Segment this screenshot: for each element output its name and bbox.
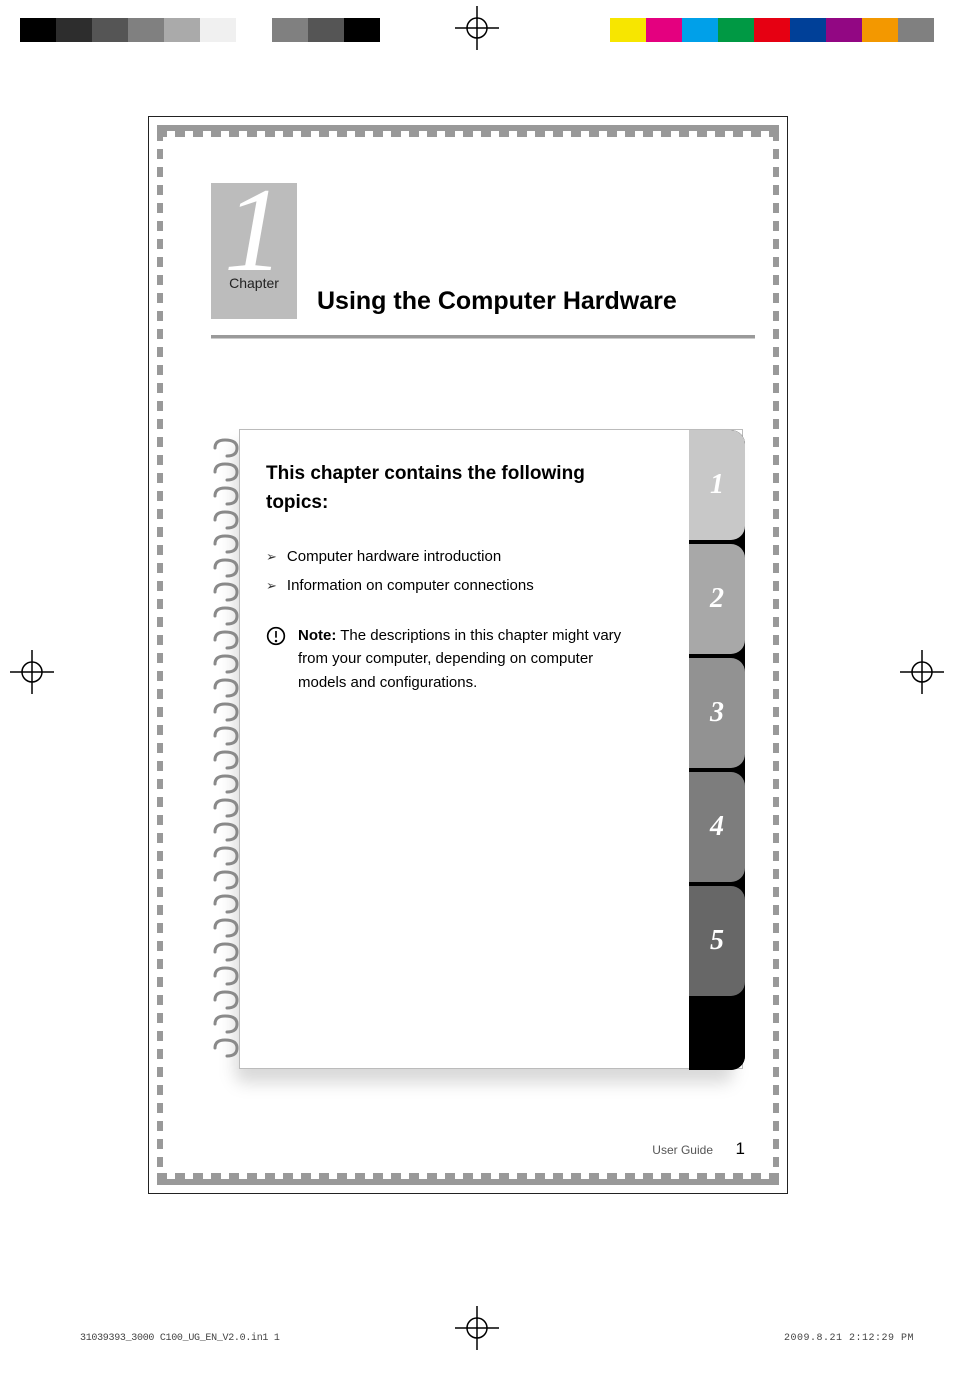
topic-list: Computer hardware introduction Informati… [266, 543, 712, 600]
panel-heading: This chapter contains the following topi… [266, 460, 712, 517]
content-panel: 1 2 3 4 5 This chapter contains the foll… [219, 429, 747, 1081]
note-text: Note: The descriptions in this chapter m… [298, 624, 642, 694]
chapter-title: Using the Computer Hardware [317, 287, 677, 316]
note-label: Note: [298, 627, 336, 644]
color-bar-left [20, 18, 380, 42]
list-item: Computer hardware introduction [266, 543, 712, 572]
chapter-tab-1: 1 [689, 430, 745, 540]
list-item: Information on computer connections [266, 572, 712, 601]
chapter-tab-5: 5 [689, 886, 745, 996]
chapter-tabs: 1 2 3 4 5 [689, 430, 745, 1070]
chapter-badge: 1 Chapter [211, 183, 297, 319]
chapter-number: 1 [211, 173, 297, 287]
chapter-tab-2: 2 [689, 544, 745, 654]
note-body: The descriptions in this chapter might v… [298, 627, 621, 691]
footer-page-number: 1 [736, 1139, 745, 1159]
registration-mark-icon [10, 650, 54, 694]
registration-mark-icon [900, 650, 944, 694]
footer-label: User Guide [652, 1143, 713, 1157]
slug-filename: 31039393_3000 C100_UG_EN_V2.0.in1 1 [80, 1333, 280, 1344]
registration-mark-icon [455, 6, 499, 50]
chapter-tab-4: 4 [689, 772, 745, 882]
color-bar-right [574, 18, 934, 42]
spiral-binding-icon [211, 437, 241, 1059]
print-slug: 31039393_3000 C100_UG_EN_V2.0.in1 1 2009… [80, 1333, 914, 1344]
slug-timestamp: 2009.8.21 2:12:29 PM [784, 1333, 914, 1344]
chapter-tab-3: 3 [689, 658, 745, 768]
note-block: Note: The descriptions in this chapter m… [266, 624, 712, 694]
topic-text: Computer hardware introduction [287, 543, 501, 572]
topic-text: Information on computer connections [287, 572, 534, 601]
alert-icon [266, 624, 286, 694]
page-frame: 1 Chapter Using the Computer Hardware 1 … [148, 116, 788, 1194]
title-rule [211, 335, 755, 339]
